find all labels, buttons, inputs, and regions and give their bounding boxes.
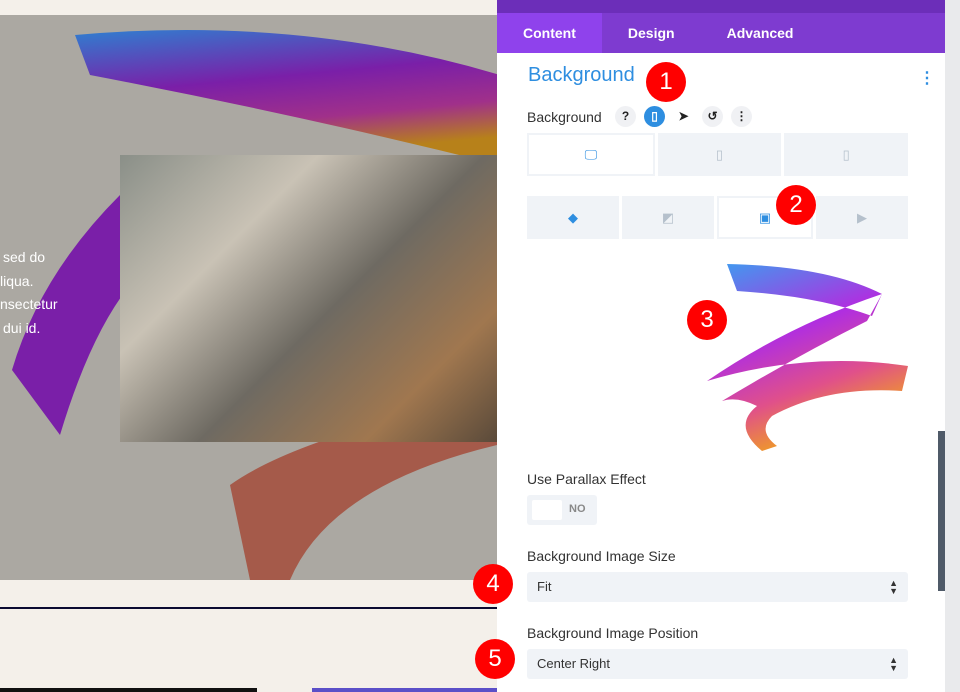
help-icon[interactable]: ? xyxy=(615,106,636,127)
toggle-knob xyxy=(532,500,562,520)
step-badge: 4 xyxy=(473,564,513,604)
step-badge: 2 xyxy=(776,185,816,225)
background-label: Background xyxy=(527,109,602,125)
phone-icon[interactable]: ▯ xyxy=(784,133,909,176)
panel-header xyxy=(497,0,945,13)
toggle-value: NO xyxy=(569,503,586,515)
image-position-label: Background Image Position xyxy=(527,625,699,641)
parallax-label: Use Parallax Effect xyxy=(527,471,646,487)
image-size-select[interactable]: Fit ▲ ▼ xyxy=(527,572,908,602)
office-photo xyxy=(120,155,497,442)
image-position-select[interactable]: Center Right ▲ ▼ xyxy=(527,649,908,679)
tablet-icon[interactable]: ▯ xyxy=(657,133,782,176)
step-badge: 3 xyxy=(687,300,727,340)
divider xyxy=(0,607,497,609)
panel-scrollbar-thumb[interactable] xyxy=(938,431,945,591)
tab-content[interactable]: Content xyxy=(497,13,602,53)
section-menu-icon[interactable]: ⋮ xyxy=(919,68,935,88)
cursor-icon[interactable]: ➤ xyxy=(673,106,694,127)
tab-advanced[interactable]: Advanced xyxy=(701,13,820,53)
tab-design[interactable]: Design xyxy=(602,13,701,53)
text-line: liqua. xyxy=(0,272,34,289)
bottom-block xyxy=(0,688,257,692)
text-line: dui id. xyxy=(3,319,41,336)
background-image-preview[interactable] xyxy=(527,256,908,451)
bottom-block xyxy=(312,688,497,692)
select-arrows-icon: ▲ ▼ xyxy=(889,578,898,596)
text-line: sed do xyxy=(3,249,46,265)
desktop-icon[interactable]: 🖵 xyxy=(527,133,655,176)
device-tabs: 🖵 ▯ ▯ xyxy=(527,133,909,176)
parallax-toggle[interactable]: NO xyxy=(527,495,597,525)
video-icon[interactable]: ▶ xyxy=(816,196,908,239)
background-type-tabs: ◆ ◩ ▣ ▶ xyxy=(527,196,908,239)
select-arrows-icon: ▲ ▼ xyxy=(889,655,898,673)
select-value: Center Right xyxy=(537,656,610,671)
panel-tabs: Content Design Advanced xyxy=(497,13,945,53)
image-size-label: Background Image Size xyxy=(527,548,676,564)
step-badge: 5 xyxy=(475,639,515,679)
step-badge: 1 xyxy=(646,62,686,102)
section-title[interactable]: Background xyxy=(528,64,635,87)
text-line: nsectetur xyxy=(0,296,58,312)
mobile-icon[interactable]: ▯ xyxy=(644,106,665,127)
select-value: Fit xyxy=(537,579,552,594)
panel-scrollbar-track[interactable] xyxy=(945,0,960,692)
preview-text: sed do liqua. nsectetur dui id. xyxy=(0,246,58,340)
paint-bucket-icon[interactable]: ◆ xyxy=(527,196,619,239)
reset-icon[interactable]: ↺ xyxy=(702,106,723,127)
page-preview: sed do liqua. nsectetur dui id. xyxy=(0,0,497,692)
more-icon[interactable]: ⋮ xyxy=(731,106,752,127)
gradient-icon[interactable]: ◩ xyxy=(622,196,714,239)
